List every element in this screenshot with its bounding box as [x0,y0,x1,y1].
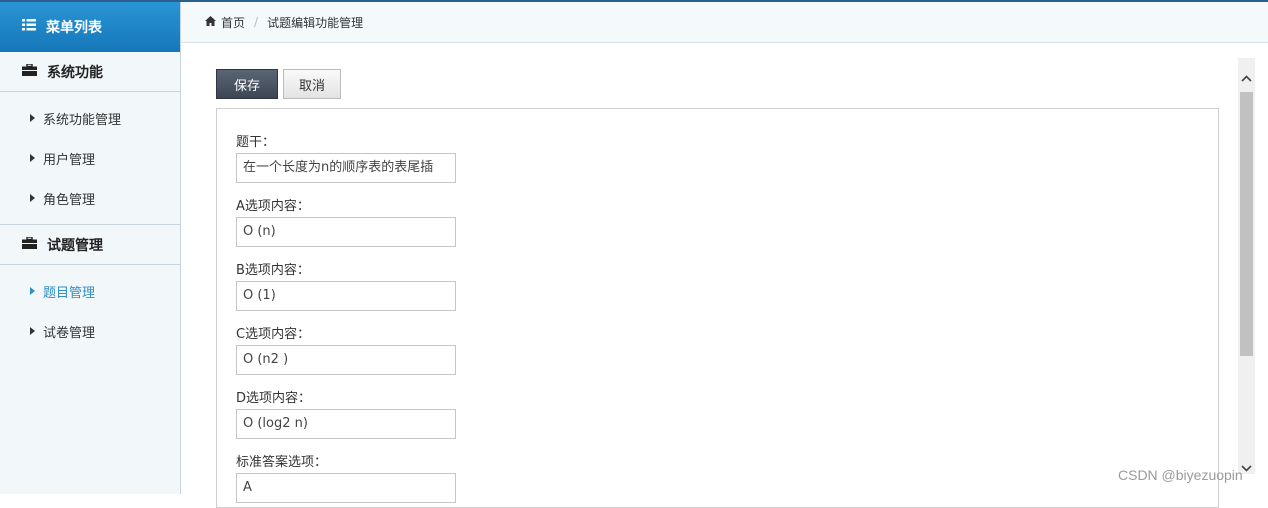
option-d-input[interactable]: O (log2 n) [236,409,456,439]
answer-input[interactable]: A [236,473,456,503]
option-b-input[interactable]: O (1) [236,281,456,311]
option-a-input[interactable]: O (n) [236,217,456,247]
sidebar-item-label: 题目管理 [43,285,96,301]
sidebar-header: 菜单列表 [0,2,180,52]
question-form: 题干： 在一个长度为n的顺序表的表尾插 A选项内容： O (n) B选项内容： … [216,108,1219,508]
main-content: 保存 取消 题干： 在一个长度为n的顺序表的表尾插 A选项内容： O (n) B… [181,43,1268,508]
option-a-label: A选项内容： [236,199,310,214]
sidebar-item-system-function[interactable]: 系统功能管理 [0,98,180,138]
breadcrumb-separator: / [254,15,259,29]
sidebar-group-label: 系统功能 [47,64,103,81]
caret-right-icon [30,287,35,295]
sidebar-group-questions[interactable]: 试题管理 [0,225,180,265]
caret-right-icon [30,114,35,122]
sidebar: 菜单列表 系统功能 系统功能管理 用户管理 角色管理 试题管理 题目管理 试卷管… [0,2,181,494]
caret-right-icon [30,154,35,162]
sidebar-item-question-management[interactable]: 题目管理 [0,271,180,311]
breadcrumb: 首页 / 试题编辑功能管理 [181,2,1268,43]
sidebar-group-label: 试题管理 [47,237,103,254]
sidebar-item-label: 用户管理 [43,152,96,168]
save-button[interactable]: 保存 [216,69,278,99]
stem-label: 题干： [236,135,276,150]
sidebar-item-paper-management[interactable]: 试卷管理 [0,311,180,351]
sidebar-items-system: 系统功能管理 用户管理 角色管理 [0,92,180,225]
sidebar-group-system[interactable]: 系统功能 [0,52,180,92]
list-icon [22,19,36,35]
option-c-label: C选项内容： [236,327,311,342]
stem-input[interactable]: 在一个长度为n的顺序表的表尾插 [236,153,456,183]
sidebar-items-questions: 题目管理 试卷管理 [0,265,180,357]
option-d-label: D选项内容： [236,391,312,406]
breadcrumb-home-link[interactable]: 首页 [221,14,245,31]
caret-right-icon [30,327,35,335]
option-b-label: B选项内容： [236,263,310,278]
option-c-input[interactable]: O (n2 ) [236,345,456,375]
cancel-button[interactable]: 取消 [283,69,341,99]
scrollbar-thumb[interactable] [1240,92,1253,356]
sidebar-item-users[interactable]: 用户管理 [0,138,180,178]
briefcase-icon [22,235,37,253]
sidebar-item-label: 试卷管理 [43,325,96,341]
breadcrumb-current: 试题编辑功能管理 [267,15,364,30]
sidebar-item-label: 角色管理 [43,192,96,208]
briefcase-icon [22,62,37,80]
home-icon [205,15,216,29]
caret-right-icon [30,194,35,202]
answer-label: 标准答案选项： [236,455,328,470]
sidebar-item-roles[interactable]: 角色管理 [0,178,180,218]
vertical-scrollbar[interactable] [1238,58,1255,474]
watermark: CSDN @biyezuopin [1118,467,1243,483]
sidebar-header-label: 菜单列表 [46,20,102,36]
scroll-up-icon[interactable] [1238,70,1255,87]
sidebar-item-label: 系统功能管理 [43,112,122,128]
